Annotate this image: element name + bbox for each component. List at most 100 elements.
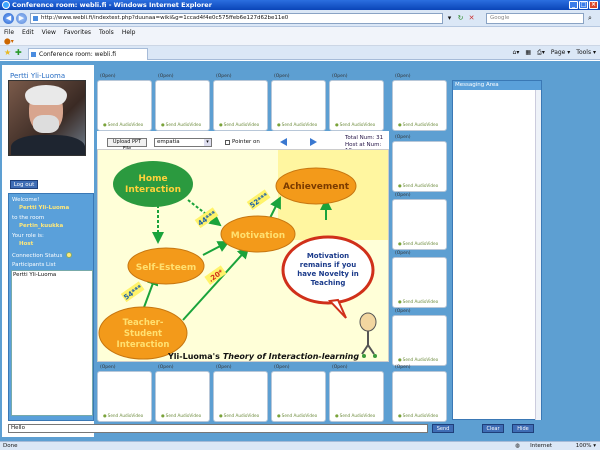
role-label: Your role is:: [12, 233, 44, 239]
send-audiovideo-link[interactable]: Send AudioVideo: [398, 183, 439, 188]
video-slot[interactable]: (Open) Send AudioVideo: [392, 135, 447, 192]
dropdown-icon[interactable]: ▾: [445, 14, 454, 23]
send-audiovideo-link[interactable]: Send AudioVideo: [219, 122, 260, 127]
close-icon[interactable]: ×: [589, 1, 598, 9]
slot-open-label: (Open): [332, 74, 348, 79]
bubble-line-1: Motivation: [307, 252, 349, 260]
menu-tools[interactable]: Tools: [99, 29, 114, 36]
window-controls: _ □ ×: [569, 1, 598, 9]
video-slot[interactable]: (Open) Send AudioVideo: [392, 309, 447, 366]
snagit-icon[interactable]: ⬤▾: [4, 38, 14, 45]
video-slot[interactable]: (Open) Send AudioVideo: [271, 74, 326, 131]
total-num: Total Num: 31: [345, 135, 384, 141]
video-slot[interactable]: (Open) Send AudioVideo: [392, 365, 447, 422]
send-audiovideo-link[interactable]: Send AudioVideo: [103, 413, 144, 418]
print-icon[interactable]: ⎙▾: [537, 48, 545, 58]
command-bar: ⌂▾ ▦ ⎙▾ Page ▾ Tools ▾: [513, 48, 596, 58]
previous-slide-icon[interactable]: [280, 138, 287, 146]
send-audiovideo-link[interactable]: Send AudioVideo: [277, 122, 318, 127]
send-audiovideo-link[interactable]: Send AudioVideo: [103, 122, 144, 127]
video-slot[interactable]: (Open) Send AudioVideo: [155, 365, 210, 422]
messaging-scrollbar[interactable]: [535, 90, 541, 420]
back-icon[interactable]: ◀: [3, 13, 14, 24]
logout-button[interactable]: Log out: [10, 180, 38, 189]
video-slot[interactable]: (Open) Send AudioVideo: [155, 74, 210, 131]
send-button[interactable]: Send: [432, 424, 454, 433]
node-motivation-label: Motivation: [231, 231, 285, 241]
presentation-select[interactable]: empatia ▾: [154, 138, 212, 147]
send-audiovideo-link[interactable]: Send AudioVideo: [335, 122, 376, 127]
slide-caption: Yli-Luoma's Theory of Interaction-learnin…: [167, 352, 359, 361]
hide-button[interactable]: Hide: [512, 424, 534, 433]
slot-open-label: (Open): [100, 365, 116, 370]
tab-page-icon: [31, 52, 36, 57]
menu-edit[interactable]: Edit: [22, 29, 34, 36]
send-audiovideo-link[interactable]: Send AudioVideo: [398, 357, 439, 362]
address-input[interactable]: http://www.webli.fi/indextest.php?duunaa…: [30, 13, 443, 24]
home-icon[interactable]: ⌂▾: [513, 48, 520, 58]
menu-favorites[interactable]: Favorites: [64, 29, 91, 36]
zoom-level[interactable]: 100% ▾: [576, 442, 596, 450]
menu-bar: File Edit View Favorites Tools Help: [0, 27, 600, 37]
search-input[interactable]: Google: [486, 13, 584, 24]
video-slot[interactable]: (Open) Send AudioVideo: [392, 251, 447, 308]
tools-menu[interactable]: Tools ▾: [576, 48, 596, 58]
menu-file[interactable]: File: [4, 29, 14, 36]
video-slot[interactable]: (Open) Send AudioVideo: [97, 365, 152, 422]
add-favorite-icon[interactable]: ✚: [15, 48, 22, 57]
role-value: Host: [19, 241, 34, 247]
forward-icon[interactable]: ▶: [16, 13, 27, 24]
ie-icon: [2, 1, 10, 9]
slot-open-label: (Open): [100, 74, 116, 79]
pointer-checkbox[interactable]: [225, 140, 230, 145]
participant-item[interactable]: Pertti Yli-Luoma: [13, 272, 91, 278]
node-home-interaction: [113, 161, 193, 207]
page-menu[interactable]: Page ▾: [551, 48, 570, 58]
next-slide-icon[interactable]: [310, 138, 317, 146]
video-slot[interactable]: (Open) Send AudioVideo: [392, 74, 447, 131]
send-audiovideo-link[interactable]: Send AudioVideo: [398, 413, 439, 418]
address-row: ◀ ▶ http://www.webli.fi/indextest.php?du…: [0, 10, 600, 27]
participants-list[interactable]: Pertti Yli-Luoma: [11, 270, 93, 416]
node-teacher-label-2: Student: [124, 329, 162, 339]
clear-button[interactable]: Clear: [482, 424, 504, 433]
bubble-line-4: Teaching: [311, 279, 346, 287]
menu-help[interactable]: Help: [122, 29, 136, 36]
send-audiovideo-link[interactable]: Send AudioVideo: [161, 413, 202, 418]
video-slot[interactable]: (Open) Send AudioVideo: [213, 365, 268, 422]
menu-view[interactable]: View: [42, 29, 56, 36]
video-slot[interactable]: (Open) Send AudioVideo: [329, 74, 384, 131]
feeds-icon[interactable]: ▦: [525, 48, 531, 58]
send-audiovideo-link[interactable]: Send AudioVideo: [161, 122, 202, 127]
video-slot[interactable]: (Open) Send AudioVideo: [329, 365, 384, 422]
send-audiovideo-link[interactable]: Send AudioVideo: [398, 299, 439, 304]
room-label: to the room: [12, 215, 45, 221]
messaging-area[interactable]: Messaging Area: [452, 80, 542, 420]
send-audiovideo-link[interactable]: Send AudioVideo: [335, 413, 376, 418]
send-audiovideo-link[interactable]: Send AudioVideo: [219, 413, 260, 418]
maximize-icon[interactable]: □: [579, 1, 588, 9]
chevron-down-icon[interactable]: ▾: [204, 139, 211, 146]
chat-input[interactable]: Hello: [8, 424, 428, 433]
presentation-select-value: empatia: [157, 139, 180, 145]
slot-open-label: (Open): [332, 365, 348, 370]
refresh-icon[interactable]: ↻: [456, 14, 465, 23]
stop-icon[interactable]: ✕: [467, 14, 476, 23]
bubble-line-3: have Novelty in: [297, 270, 359, 278]
slot-open-label: (Open): [216, 74, 232, 79]
send-audiovideo-link[interactable]: Send AudioVideo: [398, 241, 439, 246]
upload-ppt-button[interactable]: Upload PPT File: [107, 138, 147, 152]
send-audiovideo-link[interactable]: Send AudioVideo: [398, 122, 439, 127]
slot-open-label: (Open): [274, 365, 290, 370]
tab-conference-room[interactable]: Conference room: webli.fi: [28, 48, 148, 60]
video-slot[interactable]: (Open) Send AudioVideo: [392, 193, 447, 250]
video-slot[interactable]: (Open) Send AudioVideo: [97, 74, 152, 131]
send-audiovideo-link[interactable]: Send AudioVideo: [277, 413, 318, 418]
video-slot[interactable]: (Open) Send AudioVideo: [271, 365, 326, 422]
user-name: Pertti Yli-Luoma: [10, 72, 66, 80]
slot-open-label: (Open): [216, 365, 232, 370]
favorites-star-icon[interactable]: ★: [4, 48, 11, 57]
search-icon[interactable]: ⌕: [585, 14, 595, 23]
video-slot[interactable]: (Open) Send AudioVideo: [213, 74, 268, 131]
minimize-icon[interactable]: _: [569, 1, 578, 9]
